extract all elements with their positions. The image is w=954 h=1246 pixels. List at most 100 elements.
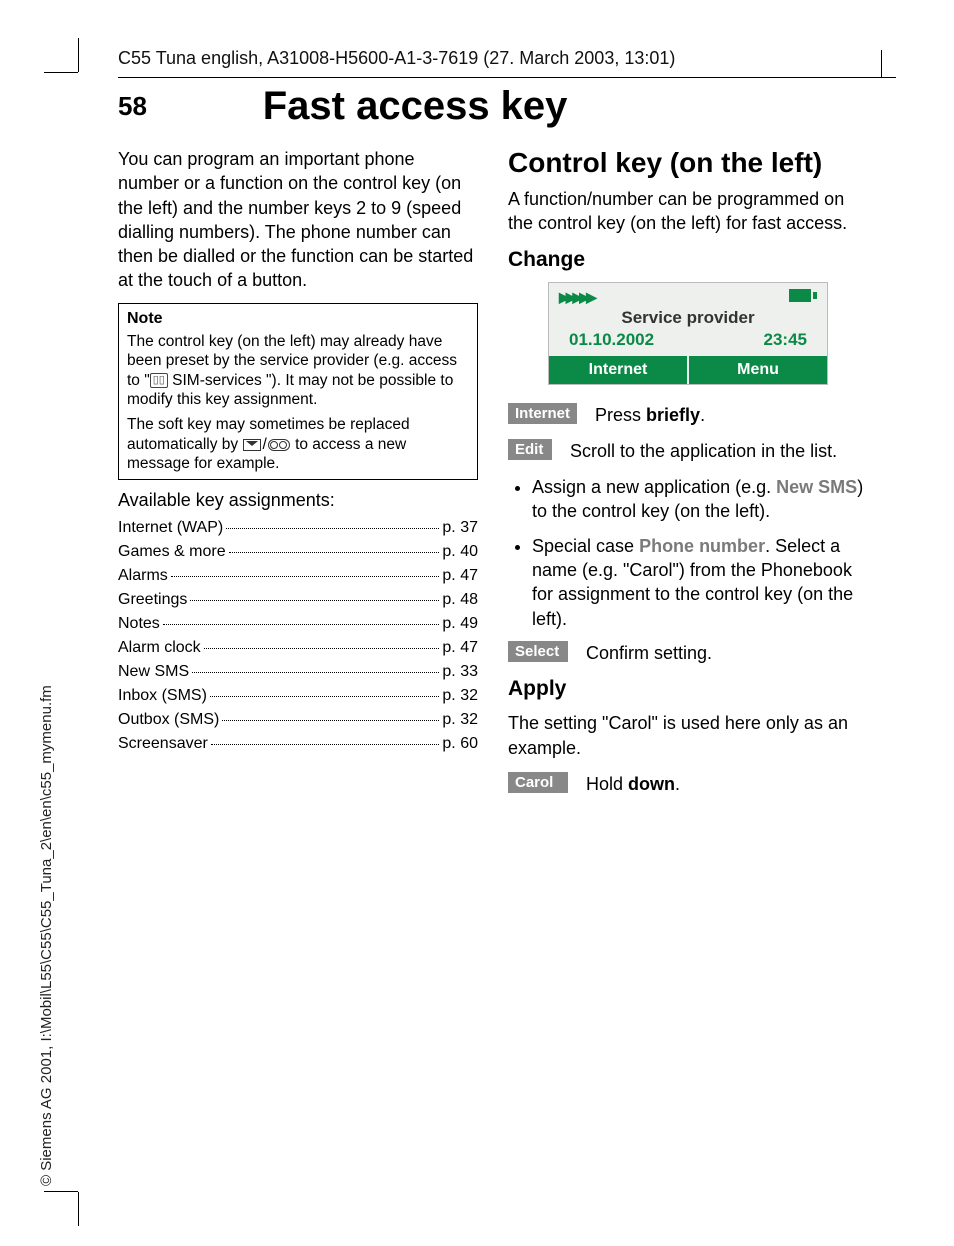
cmd-text: . [675, 774, 680, 794]
battery-icon [789, 289, 817, 302]
cmd-text: Hold [586, 774, 628, 794]
toc-label: Inbox (SMS) [118, 687, 207, 705]
apply-text: The setting "Carol" is used here only as… [508, 711, 868, 760]
cmd-bold: down [628, 774, 675, 794]
sim-icon: ▯▯ [150, 373, 168, 388]
section-text: A function/number can be programmed on t… [508, 187, 868, 236]
toc-page: p. 48 [442, 591, 478, 609]
softkey-right: Menu [689, 356, 827, 384]
edit-tag: Edit [508, 439, 552, 460]
document-header: C55 Tuna english, A31008-H5600-A1-3-7619… [118, 48, 896, 69]
available-heading: Available key assignments: [118, 490, 478, 511]
toc-page: p. 32 [442, 687, 478, 705]
crop-mark [881, 50, 882, 78]
copyright-line: © Siemens AG 2001, I:\Mobil\L55\C55\C55_… [38, 685, 55, 1186]
toc-page: p. 47 [442, 567, 478, 585]
toc-row: Greetings p. 48 [118, 591, 478, 609]
crop-mark [78, 38, 79, 72]
toc-page: p. 47 [442, 639, 478, 657]
screen-time: 23:45 [764, 330, 807, 350]
toc-label: New SMS [118, 663, 189, 681]
page-title: Fast access key [263, 84, 568, 129]
toc-row: Screensaver p. 60 [118, 735, 478, 753]
toc-row: New SMS p. 33 [118, 663, 478, 681]
toc-row: Alarms p. 47 [118, 567, 478, 585]
header-rule [118, 77, 896, 78]
command-desc: Scroll to the application in the list. [570, 439, 868, 463]
toc-page: p. 33 [442, 663, 478, 681]
cmd-text: Press [595, 405, 646, 425]
crop-mark [44, 1191, 78, 1192]
toc-label: Games & more [118, 543, 226, 561]
toc-dots [192, 672, 439, 673]
command-row: Carol Hold down. [508, 772, 868, 796]
command-desc: Hold down. [586, 772, 868, 796]
toc-dots [226, 528, 439, 529]
bullet-list: Assign a new application (e.g. New SMS) … [508, 475, 868, 631]
toc-dots [222, 720, 439, 721]
bullet-text: Special case [532, 536, 639, 556]
toc-page: p. 40 [442, 543, 478, 561]
toc-row: Internet (WAP) p. 37 [118, 519, 478, 537]
toc-label: Alarm clock [118, 639, 201, 657]
toc-row: Games & more p. 40 [118, 543, 478, 561]
note-paragraph-2: The soft key may sometimes be replaced a… [127, 415, 469, 473]
right-column: Control key (on the left) A function/num… [508, 147, 868, 808]
toc-label: Greetings [118, 591, 187, 609]
crop-mark [44, 72, 78, 73]
command-desc: Press briefly. [595, 403, 868, 427]
voicemail-icon [268, 439, 290, 451]
note-title: Note [127, 310, 469, 328]
softkey-left: Internet [549, 356, 689, 384]
toc-page: p. 37 [442, 519, 478, 537]
app-name: New SMS [776, 477, 857, 497]
crop-mark [78, 1192, 79, 1226]
toc-dots [210, 696, 439, 697]
command-row: Edit Scroll to the application in the li… [508, 439, 868, 463]
toc-dots [229, 552, 440, 553]
carol-tag: Carol [508, 772, 568, 793]
toc-dots [211, 744, 440, 745]
bullet-item: Assign a new application (e.g. New SMS) … [532, 475, 868, 524]
screen-provider: Service provider [549, 308, 827, 328]
note-paragraph-1: The control key (on the left) may alread… [127, 332, 469, 410]
toc-dots [190, 600, 439, 601]
left-column: You can program an important phone numbe… [118, 147, 478, 808]
command-desc: Confirm setting. [586, 641, 868, 665]
note-text-1b: SIM-services "). It may not be possible … [127, 372, 453, 408]
message-icon [243, 439, 261, 451]
toc-label: Alarms [118, 567, 168, 585]
toc-row: Inbox (SMS) p. 32 [118, 687, 478, 705]
screen-date: 01.10.2002 [569, 330, 654, 350]
bullet-text: Assign a new application (e.g. [532, 477, 776, 497]
toc-label: Outbox (SMS) [118, 711, 219, 729]
toc-row: Alarm clock p. 47 [118, 639, 478, 657]
toc-page: p. 60 [442, 735, 478, 753]
internet-tag: Internet [508, 403, 577, 424]
toc-dots [163, 624, 440, 625]
toc-label: Screensaver [118, 735, 208, 753]
toc-row: Notes p. 49 [118, 615, 478, 633]
signal-icon: ▶▶▶▶▶ [559, 289, 593, 306]
cmd-text: . [700, 405, 705, 425]
toc-dots [171, 576, 440, 577]
toc-page: p. 32 [442, 711, 478, 729]
page-number: 58 [118, 91, 198, 122]
command-row: Internet Press briefly. [508, 403, 868, 427]
select-tag: Select [508, 641, 568, 662]
phone-number-label: Phone number [639, 536, 765, 556]
toc-label: Notes [118, 615, 160, 633]
command-row: Select Confirm setting. [508, 641, 868, 665]
apply-heading: Apply [508, 677, 868, 701]
phone-screen-illustration: ▶▶▶▶▶ Service provider 01.10.2002 23:45 … [548, 282, 828, 385]
note-box: Note The control key (on the left) may a… [118, 303, 478, 481]
cmd-bold: briefly [646, 405, 700, 425]
intro-paragraph: You can program an important phone numbe… [118, 147, 478, 293]
toc-label: Internet (WAP) [118, 519, 223, 537]
toc-list: Internet (WAP) p. 37 Games & more p. 40 Al… [118, 519, 478, 753]
toc-dots [204, 648, 440, 649]
toc-page: p. 49 [442, 615, 478, 633]
section-title: Control key (on the left) [508, 147, 868, 179]
change-heading: Change [508, 248, 868, 272]
toc-row: Outbox (SMS) p. 32 [118, 711, 478, 729]
